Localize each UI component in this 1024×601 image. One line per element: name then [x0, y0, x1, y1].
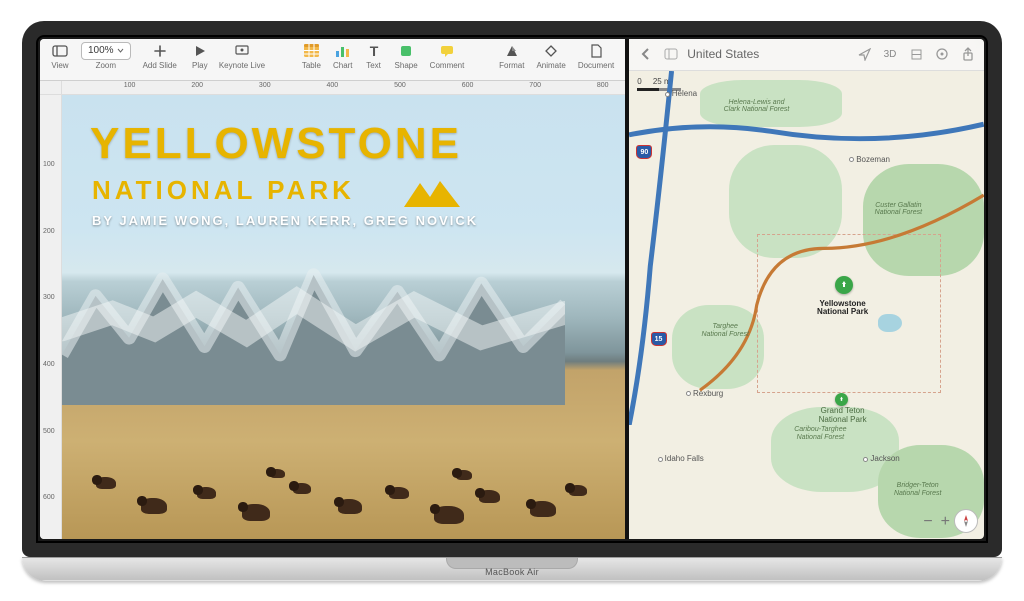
slide-canvas[interactable]: YELLOWSTONE NATIONAL PARK BY JAMIE WONG,…	[62, 95, 625, 539]
format-icon	[503, 42, 521, 60]
add-slide-label: Add Slide	[143, 61, 177, 70]
city-bozeman: Bozeman	[849, 155, 890, 164]
shield-i90: 90	[636, 141, 652, 160]
chart-button[interactable]: Chart	[328, 41, 358, 71]
document-label: Document	[578, 61, 614, 70]
view-icon	[51, 42, 69, 60]
sidebar-toggle-icon[interactable]	[661, 44, 681, 64]
brand-label: MacBook Air	[485, 567, 539, 577]
format-label: Format	[499, 61, 524, 70]
label-forest-bridger: Bridger-Teton National Forest	[885, 482, 951, 497]
label-forest-hlc: Helena-Lewis and Clark National Forest	[721, 99, 791, 114]
mode-3d-button[interactable]: 3D	[880, 44, 900, 64]
text-button[interactable]: T Text	[360, 41, 388, 71]
label-grand-teton: Grand Teton National Park	[807, 407, 879, 424]
chart-label: Chart	[333, 61, 353, 70]
laptop-lid: View 100% Zoom Add Slide Play	[22, 21, 1002, 557]
ruler-vertical[interactable]: 100200300400500600	[40, 95, 62, 539]
comment-icon	[438, 42, 456, 60]
slide-subtitle[interactable]: NATIONAL PARK	[92, 175, 355, 206]
svg-text:T: T	[369, 44, 378, 58]
maps-toolbar: United States 3D	[629, 39, 984, 71]
text-icon: T	[365, 42, 383, 60]
format-button[interactable]: Format	[494, 41, 529, 71]
roads	[629, 71, 984, 426]
label-forest-caribou: Caribou-Targhee National Forest	[785, 426, 855, 441]
zoom-controls: − +	[923, 513, 950, 531]
play-icon	[191, 42, 209, 60]
mountain-logo-icon	[402, 177, 462, 209]
table-icon	[302, 42, 320, 60]
share-icon[interactable]	[958, 44, 978, 64]
shape-label: Shape	[395, 61, 418, 70]
document-icon	[587, 42, 605, 60]
settings-icon[interactable]	[932, 44, 952, 64]
laptop-frame: View 100% Zoom Add Slide Play	[22, 21, 1002, 581]
label-forest-targhee: Targhee National Forest	[700, 323, 750, 338]
chart-icon	[334, 42, 352, 60]
city-idaho-falls: Idaho Falls	[658, 454, 704, 463]
city-helena: Helena	[665, 89, 697, 98]
back-button[interactable]	[635, 44, 655, 64]
plus-icon	[151, 42, 169, 60]
canvas-wrap: 100200300400500600	[40, 95, 625, 539]
map-canvas[interactable]: 0 25 mi	[629, 71, 984, 539]
document-button[interactable]: Document	[573, 41, 619, 71]
ruler-horizontal-wrap: 100200300400500600700800	[40, 81, 625, 95]
zoom-button[interactable]: 100% Zoom	[76, 41, 136, 71]
location-title[interactable]: United States	[687, 47, 759, 61]
keynote-live-button[interactable]: Keynote Live	[214, 41, 270, 71]
comment-label: Comment	[430, 61, 465, 70]
keynote-live-label: Keynote Live	[219, 61, 265, 70]
maps-window: United States 3D 0 25 mi	[629, 39, 984, 539]
animate-icon	[542, 42, 560, 60]
bison-herd	[62, 361, 625, 539]
animate-label: Animate	[536, 61, 565, 70]
view-label: View	[51, 61, 68, 70]
ruler-horizontal[interactable]: 100200300400500600700800	[62, 81, 625, 95]
zoom-label: Zoom	[96, 61, 116, 70]
zoom-value: 100%	[81, 42, 131, 60]
add-slide-button[interactable]: Add Slide	[138, 41, 182, 71]
slide-title[interactable]: YELLOWSTONE	[90, 123, 462, 165]
table-label: Table	[302, 61, 321, 70]
play-label: Play	[192, 61, 208, 70]
comment-button[interactable]: Comment	[425, 41, 470, 71]
screen: View 100% Zoom Add Slide Play	[40, 39, 984, 539]
zoom-in-button[interactable]: +	[941, 513, 950, 531]
shape-icon	[397, 42, 415, 60]
laptop-deck: MacBook Air	[22, 557, 1002, 581]
city-jackson: Jackson	[863, 454, 899, 463]
ruler-corner	[40, 81, 62, 95]
text-label: Text	[366, 61, 381, 70]
compass-icon[interactable]	[954, 509, 978, 533]
map-mode-icon[interactable]	[906, 44, 926, 64]
zoom-out-button[interactable]: −	[923, 513, 932, 531]
keynote-live-icon	[233, 42, 251, 60]
play-button[interactable]: Play	[186, 41, 214, 71]
label-yellowstone: Yellowstone National Park	[807, 300, 879, 317]
animate-button[interactable]: Animate	[531, 41, 570, 71]
keynote-toolbar: View 100% Zoom Add Slide Play	[40, 39, 625, 81]
city-rexburg: Rexburg	[686, 389, 723, 398]
locate-me-icon[interactable]	[854, 44, 874, 64]
shape-button[interactable]: Shape	[390, 41, 423, 71]
shield-i15: 15	[651, 328, 667, 347]
slide-byline[interactable]: BY JAMIE WONG, LAUREN KERR, GREG NOVICK	[92, 213, 478, 228]
keynote-window: View 100% Zoom Add Slide Play	[40, 39, 625, 539]
view-button[interactable]: View	[46, 41, 74, 71]
table-button[interactable]: Table	[297, 41, 326, 71]
label-forest-custer: Custer Gallatin National Forest	[863, 202, 933, 217]
